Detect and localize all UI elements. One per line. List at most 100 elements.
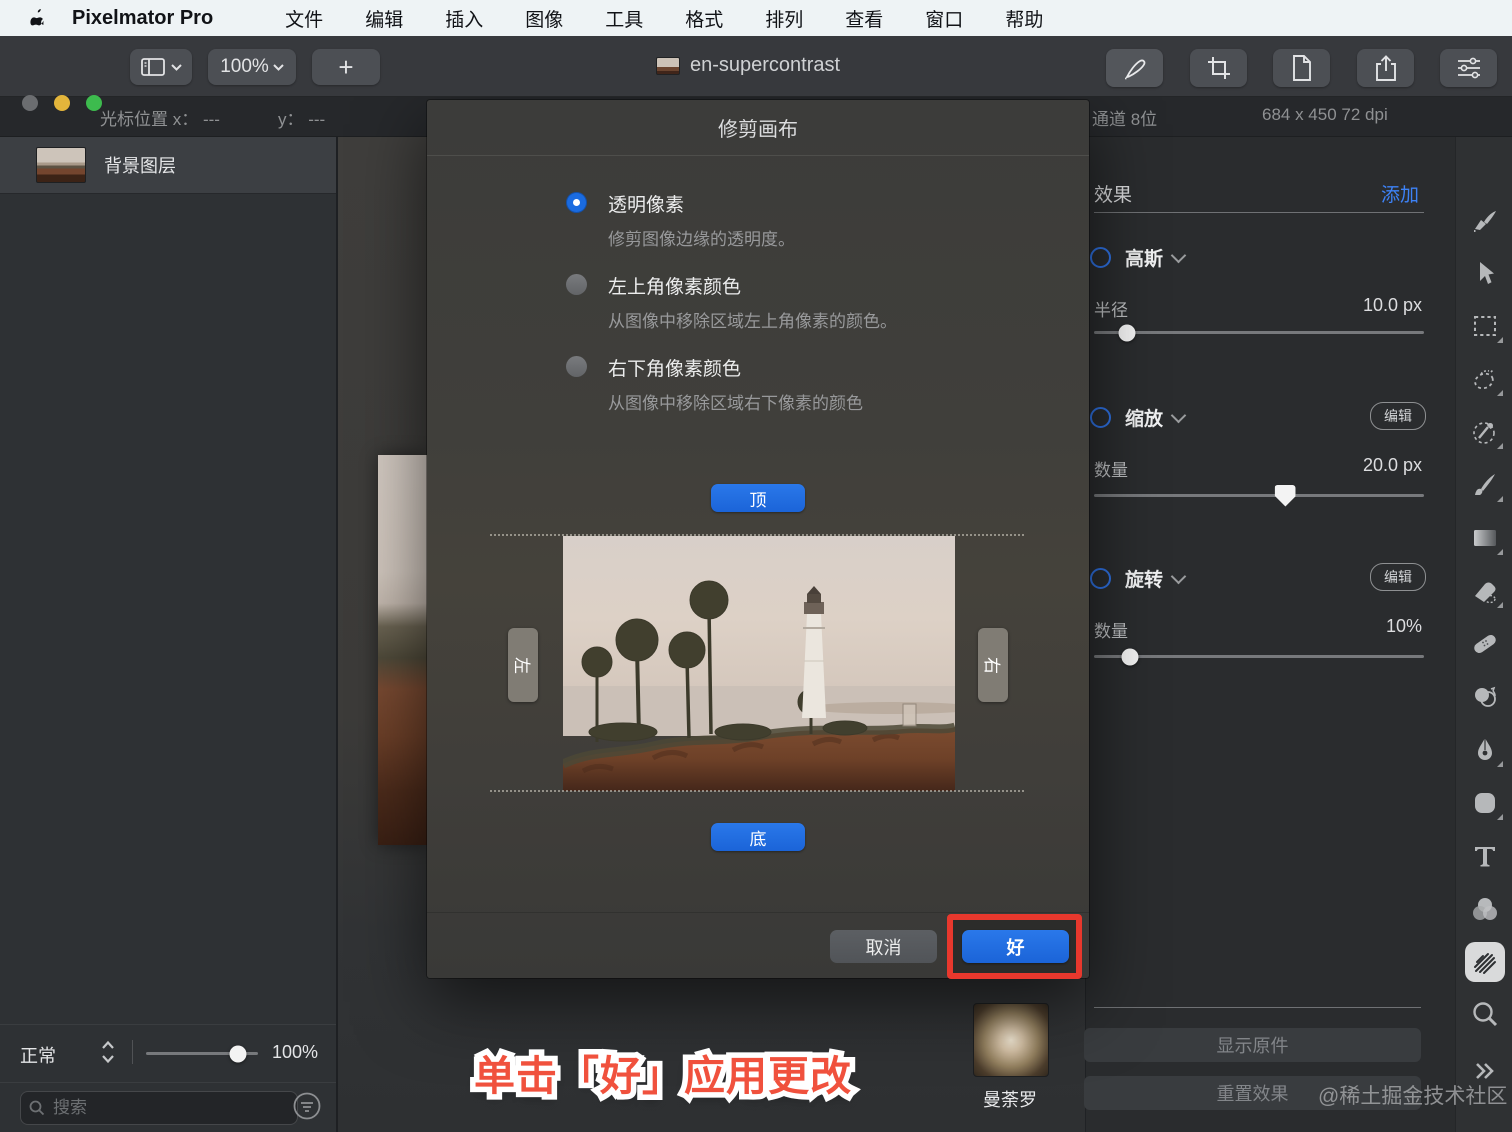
menu-item-edit[interactable]: 编辑	[365, 5, 403, 32]
tool-options-button[interactable]	[1440, 49, 1497, 87]
trim-right-button[interactable]: 右	[978, 628, 1008, 702]
menu-item-format[interactable]: 格式	[685, 5, 723, 32]
effects-panel-title: 效果	[1094, 185, 1133, 206]
eyedropper-icon	[1473, 422, 1495, 444]
zoom-tool[interactable]	[1465, 995, 1505, 1035]
app-name[interactable]: Pixelmator Pro	[72, 7, 213, 30]
menu-item-window[interactable]: 窗口	[925, 5, 963, 32]
minimize-window-button[interactable]	[54, 95, 70, 111]
opacity-slider-knob[interactable]	[229, 1045, 247, 1062]
search-input[interactable]	[51, 1097, 289, 1119]
divider	[0, 1082, 336, 1083]
zoom-level-value: 100%	[220, 56, 269, 77]
effects-panel: 效果 添加 高斯 半径 10.0 px 缩放 编辑 数量 20.0 px 旋转 …	[1084, 136, 1456, 1132]
opacity-slider[interactable]	[146, 1045, 258, 1062]
layer-search-field[interactable]	[20, 1091, 298, 1125]
blend-mode-stepper[interactable]	[100, 1039, 116, 1065]
effect-row-gaussian[interactable]: 高斯	[1090, 244, 1187, 271]
channel-label: 通道 8位	[1092, 110, 1158, 129]
layers-sidebar: 背景图层 正常 100%	[0, 136, 338, 1132]
effect-enabled-checkbox[interactable]	[1090, 407, 1111, 428]
pen-tool-button[interactable]	[1106, 49, 1163, 87]
add-effect-button[interactable]: 添加	[1381, 180, 1419, 207]
shape-tool[interactable]	[1465, 783, 1505, 823]
close-window-button[interactable]	[22, 95, 38, 111]
effect-preview-thumbnail[interactable]	[973, 1003, 1049, 1077]
trim-left-button[interactable]: 左	[508, 628, 538, 702]
gradient-icon	[1474, 530, 1496, 546]
search-filter-button[interactable]	[292, 1091, 322, 1121]
opacity-value: 100%	[272, 1042, 319, 1062]
layer-thumbnail	[36, 146, 86, 183]
divider	[1094, 1007, 1421, 1008]
clone-tool[interactable]	[1465, 677, 1505, 717]
add-button[interactable]: +	[312, 49, 380, 85]
radio-off-icon	[566, 356, 587, 377]
arrange-tool[interactable]	[1465, 253, 1505, 293]
crop-button[interactable]	[1190, 49, 1247, 87]
trim-top-button[interactable]: 顶	[711, 484, 805, 512]
gradient-tool[interactable]	[1465, 518, 1505, 558]
pen-icon	[1124, 59, 1145, 80]
style-tool[interactable]	[1465, 200, 1505, 240]
rotate-amount-slider[interactable]	[1094, 648, 1424, 665]
quick-selection-tool[interactable]	[1465, 359, 1505, 399]
menu-item-insert[interactable]: 插入	[445, 5, 483, 32]
new-document-button[interactable]	[1273, 49, 1330, 87]
radio-transparent-pixels[interactable]: 透明像素 修剪图像边缘的透明度。	[566, 190, 795, 250]
radio-off-icon	[566, 274, 587, 295]
erase-tool[interactable]	[1465, 571, 1505, 611]
effect-row-rotate[interactable]: 旋转	[1090, 565, 1187, 592]
menu-item-file[interactable]: 文件	[285, 5, 323, 32]
view-options-button[interactable]	[130, 49, 192, 85]
color-picker-tool[interactable]	[1465, 412, 1505, 452]
edit-effect-button[interactable]: 编辑	[1370, 563, 1426, 591]
chevron-down-icon	[1170, 568, 1187, 585]
share-icon	[1375, 55, 1396, 81]
page-icon	[1292, 55, 1311, 81]
effect-row-zoom[interactable]: 缩放	[1090, 404, 1187, 431]
ok-button[interactable]: 好	[962, 930, 1069, 963]
trim-canvas-dialog: 修剪画布 透明像素 修剪图像边缘的透明度。 左上角像素颜色 从图像中移除区域左上…	[427, 100, 1089, 979]
repair-tool[interactable]	[1465, 624, 1505, 664]
type-icon	[1475, 847, 1495, 867]
show-original-button[interactable]: 显示原件	[1084, 1028, 1421, 1062]
menu-item-arrange[interactable]: 排列	[765, 5, 803, 32]
pen-tool[interactable]	[1465, 730, 1505, 770]
canvas-image-sliver	[378, 455, 427, 845]
param-label: 数量	[1094, 622, 1128, 641]
radius-slider-knob[interactable]	[1118, 324, 1136, 341]
type-tool[interactable]	[1465, 836, 1505, 876]
menu-item-help[interactable]: 帮助	[1005, 5, 1043, 32]
layer-row-background[interactable]: 背景图层	[0, 136, 336, 194]
menu-item-tools[interactable]: 工具	[605, 5, 643, 32]
effects-tool[interactable]	[1465, 942, 1505, 982]
blend-mode-value[interactable]: 正常	[20, 1042, 56, 1068]
color-adjustments-tool[interactable]	[1465, 889, 1505, 929]
effect-enabled-checkbox[interactable]	[1090, 568, 1111, 589]
color-circles-icon	[1473, 898, 1497, 920]
zoom-window-button[interactable]	[86, 95, 102, 111]
menu-item-image[interactable]: 图像	[525, 5, 563, 32]
menu-bar: Pixelmator Pro 文件 编辑 插入 图像 工具 格式 排列 查看 窗…	[0, 0, 1512, 36]
sliders-icon	[1457, 57, 1480, 79]
zoom-level-button[interactable]: 100%	[208, 49, 296, 85]
rotate-slider-knob[interactable]	[1121, 648, 1139, 665]
paintbrush-icon	[1475, 474, 1495, 495]
radius-slider[interactable]	[1094, 324, 1424, 341]
trim-bottom-button[interactable]: 底	[711, 823, 805, 851]
cancel-button[interactable]: 取消	[830, 930, 937, 963]
effects-starburst-icon	[1474, 953, 1496, 974]
paint-tool[interactable]	[1465, 465, 1505, 505]
radio-bottom-right-pixel-color[interactable]: 右下角像素颜色 从图像中移除区域右下像素的颜色	[566, 354, 863, 414]
effect-enabled-checkbox[interactable]	[1090, 247, 1111, 268]
amount-slider[interactable]	[1094, 484, 1424, 507]
param-label: 半径	[1094, 301, 1128, 320]
edit-effect-button[interactable]: 编辑	[1370, 402, 1426, 430]
share-button[interactable]	[1357, 49, 1414, 87]
rectangular-selection-tool[interactable]	[1465, 306, 1505, 346]
radio-top-left-pixel-color[interactable]: 左上角像素颜色 从图像中移除区域左上角像素的颜色。	[566, 272, 897, 332]
amount-slider-knob[interactable]	[1274, 484, 1296, 507]
menu-item-view[interactable]: 查看	[845, 5, 883, 32]
apple-menu[interactable]	[30, 8, 48, 28]
